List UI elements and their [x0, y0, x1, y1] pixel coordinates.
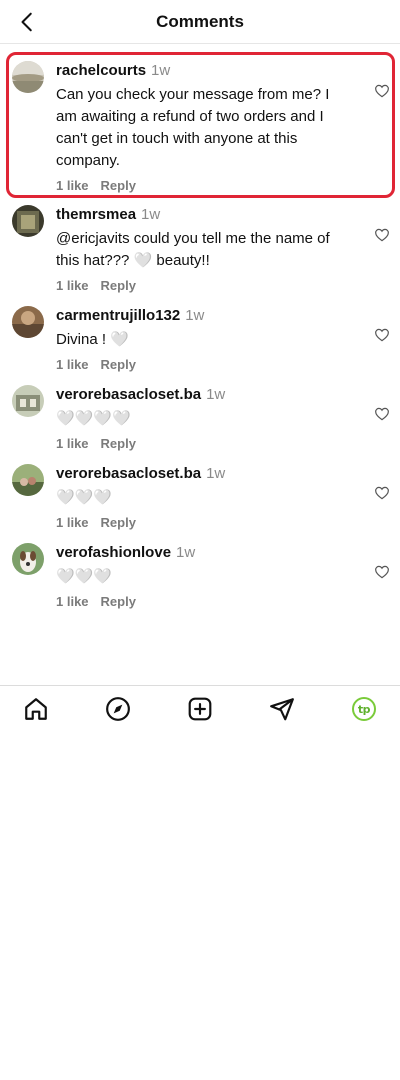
- heart-icon[interactable]: [374, 406, 390, 422]
- tab-explore[interactable]: [105, 696, 131, 722]
- comment-time: 1w: [176, 544, 196, 561]
- comment-text: Can you check your message from me? I am…: [56, 86, 330, 169]
- comment-username[interactable]: verofashionlove: [56, 544, 171, 561]
- header-bar: Comments: [0, 0, 400, 44]
- comment-time: 1w: [185, 307, 205, 324]
- comment-item: rachelcourts 1w Can you check your messag…: [0, 61, 400, 193]
- heart-icon[interactable]: [374, 327, 390, 343]
- page-title: Comments: [156, 12, 244, 31]
- heart-icon[interactable]: [374, 83, 390, 99]
- heart-icon[interactable]: [374, 564, 390, 580]
- reply-button[interactable]: Reply: [101, 515, 136, 530]
- comment-text: Divina ! 🤍: [56, 331, 129, 348]
- bottom-tab-bar: tp: [0, 685, 400, 731]
- comment-username[interactable]: themrsmea: [56, 206, 136, 223]
- tab-direct[interactable]: [269, 696, 295, 722]
- home-icon: [25, 698, 47, 720]
- heart-icon[interactable]: [374, 227, 390, 243]
- tab-home[interactable]: [23, 696, 49, 722]
- comment-text: @ericjavits could you tell me the name o…: [56, 230, 330, 269]
- tab-profile[interactable]: tp: [351, 696, 377, 722]
- like-count[interactable]: 1 like: [56, 357, 89, 372]
- explore-icon: [106, 697, 130, 721]
- comment-text: 🤍🤍🤍: [56, 568, 113, 585]
- comment-time: 1w: [151, 62, 171, 79]
- profile-avatar: tp: [352, 697, 376, 721]
- avatar[interactable]: [12, 385, 44, 417]
- avatar[interactable]: [12, 306, 44, 338]
- reply-button[interactable]: Reply: [101, 594, 136, 609]
- comment-item: carmentrujillo132 1w Divina ! 🤍 1 like Rep…: [0, 306, 400, 372]
- comment-time: 1w: [206, 386, 226, 403]
- tab-create[interactable]: [187, 696, 213, 722]
- avatar[interactable]: [12, 464, 44, 496]
- reply-button[interactable]: Reply: [101, 436, 136, 451]
- comment-time: 1w: [206, 465, 226, 482]
- reply-button[interactable]: Reply: [101, 357, 136, 372]
- avatar[interactable]: [12, 205, 44, 237]
- like-count[interactable]: 1 like: [56, 178, 89, 193]
- avatar[interactable]: [12, 543, 44, 575]
- like-count[interactable]: 1 like: [56, 594, 89, 609]
- like-count[interactable]: 1 like: [56, 278, 89, 293]
- comment-text: 🤍🤍🤍🤍: [56, 410, 131, 427]
- reply-button[interactable]: Reply: [101, 178, 136, 193]
- avatar[interactable]: [12, 61, 44, 93]
- comment-username[interactable]: verorebasacloset.ba: [56, 386, 201, 403]
- like-count[interactable]: 1 like: [56, 436, 89, 451]
- heart-icon[interactable]: [374, 485, 390, 501]
- comment-time: 1w: [141, 206, 161, 223]
- comment-username[interactable]: carmentrujillo132: [56, 307, 180, 324]
- create-post-icon: [188, 697, 212, 721]
- comment-username[interactable]: verorebasacloset.ba: [56, 465, 201, 482]
- reply-button[interactable]: Reply: [101, 278, 136, 293]
- comment-item: verorebasacloset.ba 1w 🤍🤍🤍 1 like Reply: [0, 464, 400, 530]
- comment-username[interactable]: rachelcourts: [56, 62, 146, 79]
- comment-item: verorebasacloset.ba 1w 🤍🤍🤍🤍 1 like Reply: [0, 385, 400, 451]
- comment-item: verofashionlove 1w 🤍🤍🤍 1 like Reply: [0, 543, 400, 609]
- like-count[interactable]: 1 like: [56, 515, 89, 530]
- comment-text: 🤍🤍🤍: [56, 489, 113, 506]
- profile-badge-text: tp: [357, 702, 371, 716]
- comment-item: themrsmea 1w @ericjavits could you tell m…: [0, 205, 400, 293]
- direct-message-icon: [270, 698, 294, 721]
